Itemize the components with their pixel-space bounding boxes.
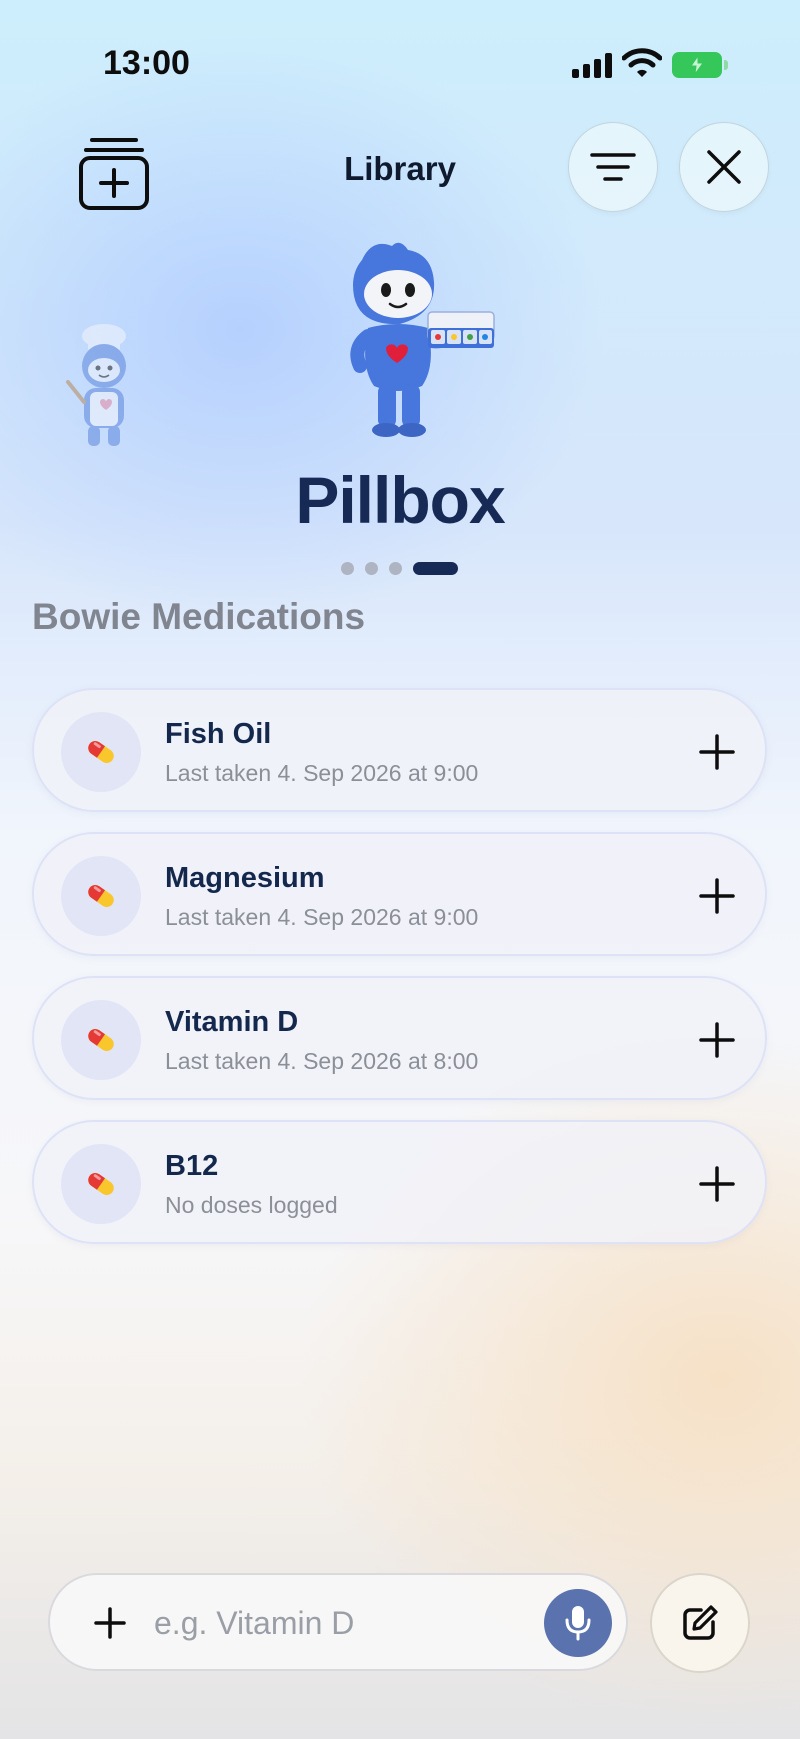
medication-name: Vitamin D [165, 1006, 299, 1038]
page-dot-active[interactable] [413, 562, 458, 575]
medication-name: B12 [165, 1150, 219, 1182]
pill-capsule-icon [61, 1144, 141, 1224]
page-dot-3[interactable] [389, 562, 402, 575]
medication-search-input[interactable] [154, 1597, 484, 1649]
compose-button[interactable] [650, 1573, 750, 1673]
close-button[interactable] [679, 122, 769, 212]
section-title: Bowie Medications [32, 596, 366, 637]
plus-icon[interactable] [90, 1603, 130, 1643]
medication-card-fish-oil[interactable]: Fish Oil Last taken 4. Sep 2026 at 9:00 [32, 688, 767, 812]
microphone-icon [565, 1606, 591, 1641]
medication-list: Fish Oil Last taken 4. Sep 2026 at 9:00 … [32, 688, 767, 1264]
medication-card-b12[interactable]: B12 No doses logged [32, 1120, 767, 1244]
medication-last-taken: No doses logged [165, 1192, 338, 1218]
battery-icon [672, 52, 728, 78]
close-icon [707, 150, 741, 184]
medication-card-vitamin-d[interactable]: Vitamin D Last taken 4. Sep 2026 at 8:00 [32, 976, 767, 1100]
add-medication-composer [48, 1573, 628, 1671]
medication-last-taken: Last taken 4. Sep 2026 at 9:00 [165, 904, 479, 930]
brand-title: Pillbox [295, 463, 505, 537]
wifi-icon [622, 48, 662, 77]
carousel-page-indicator[interactable] [341, 562, 461, 576]
plus-icon[interactable] [695, 1018, 739, 1062]
compose-icon [683, 1605, 718, 1640]
cellular-signal-icon [572, 52, 612, 78]
pillbox-mascot-illustration [350, 242, 495, 437]
pill-capsule-icon [61, 1000, 141, 1080]
filter-lines-icon [590, 153, 636, 181]
status-time: 13:00 [103, 44, 190, 82]
medication-name: Fish Oil [165, 718, 272, 750]
medication-name: Magnesium [165, 862, 325, 894]
microphone-button[interactable] [544, 1589, 612, 1657]
page-dot-1[interactable] [341, 562, 354, 575]
pill-capsule-icon [61, 712, 141, 792]
plus-icon[interactable] [695, 874, 739, 918]
plus-icon[interactable] [695, 730, 739, 774]
page-dot-2[interactable] [365, 562, 378, 575]
medication-last-taken: Last taken 4. Sep 2026 at 9:00 [165, 760, 479, 786]
pill-capsule-icon [61, 856, 141, 936]
medication-last-taken: Last taken 4. Sep 2026 at 8:00 [165, 1048, 479, 1074]
medication-card-magnesium[interactable]: Magnesium Last taken 4. Sep 2026 at 9:00 [32, 832, 767, 956]
chef-mascot-illustration[interactable] [62, 322, 142, 452]
status-bar: 13:00 [0, 0, 800, 120]
filter-button[interactable] [568, 122, 658, 212]
header: Library [0, 120, 800, 220]
plus-icon[interactable] [695, 1162, 739, 1206]
